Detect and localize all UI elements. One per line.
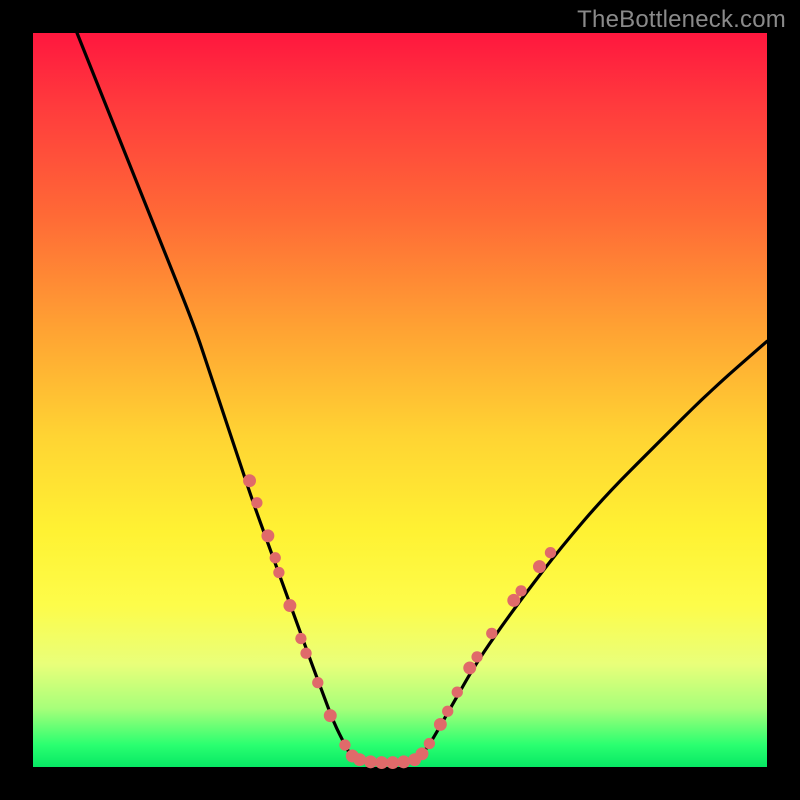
data-marker	[324, 709, 337, 722]
data-marker	[471, 651, 482, 662]
data-marker	[300, 648, 311, 659]
data-marker	[270, 552, 281, 563]
data-marker	[364, 755, 377, 768]
data-marker	[434, 718, 447, 731]
watermark-text: TheBottleneck.com	[577, 6, 786, 34]
data-marker	[339, 739, 350, 750]
plot-area	[33, 33, 767, 767]
data-marker	[251, 497, 262, 508]
data-marker	[243, 474, 256, 487]
data-marker	[507, 594, 520, 607]
data-marker	[375, 756, 388, 769]
data-marker	[442, 706, 453, 717]
data-marker	[261, 529, 274, 542]
curve-line	[77, 33, 767, 763]
data-marker	[545, 547, 556, 558]
data-marker	[312, 677, 323, 688]
bottleneck-curve	[33, 33, 767, 767]
data-marker	[533, 560, 546, 573]
data-marker	[353, 753, 366, 766]
data-marker	[386, 756, 399, 769]
data-marker	[283, 599, 296, 612]
data-marker	[416, 747, 429, 760]
data-marker	[424, 738, 435, 749]
chart-frame: TheBottleneck.com	[0, 0, 800, 800]
data-marker	[515, 585, 526, 596]
data-marker	[486, 628, 497, 639]
data-marker	[463, 661, 476, 674]
data-marker	[273, 567, 284, 578]
data-marker	[295, 633, 306, 644]
data-marker	[452, 686, 463, 697]
data-markers	[243, 474, 556, 769]
data-marker	[397, 755, 410, 768]
